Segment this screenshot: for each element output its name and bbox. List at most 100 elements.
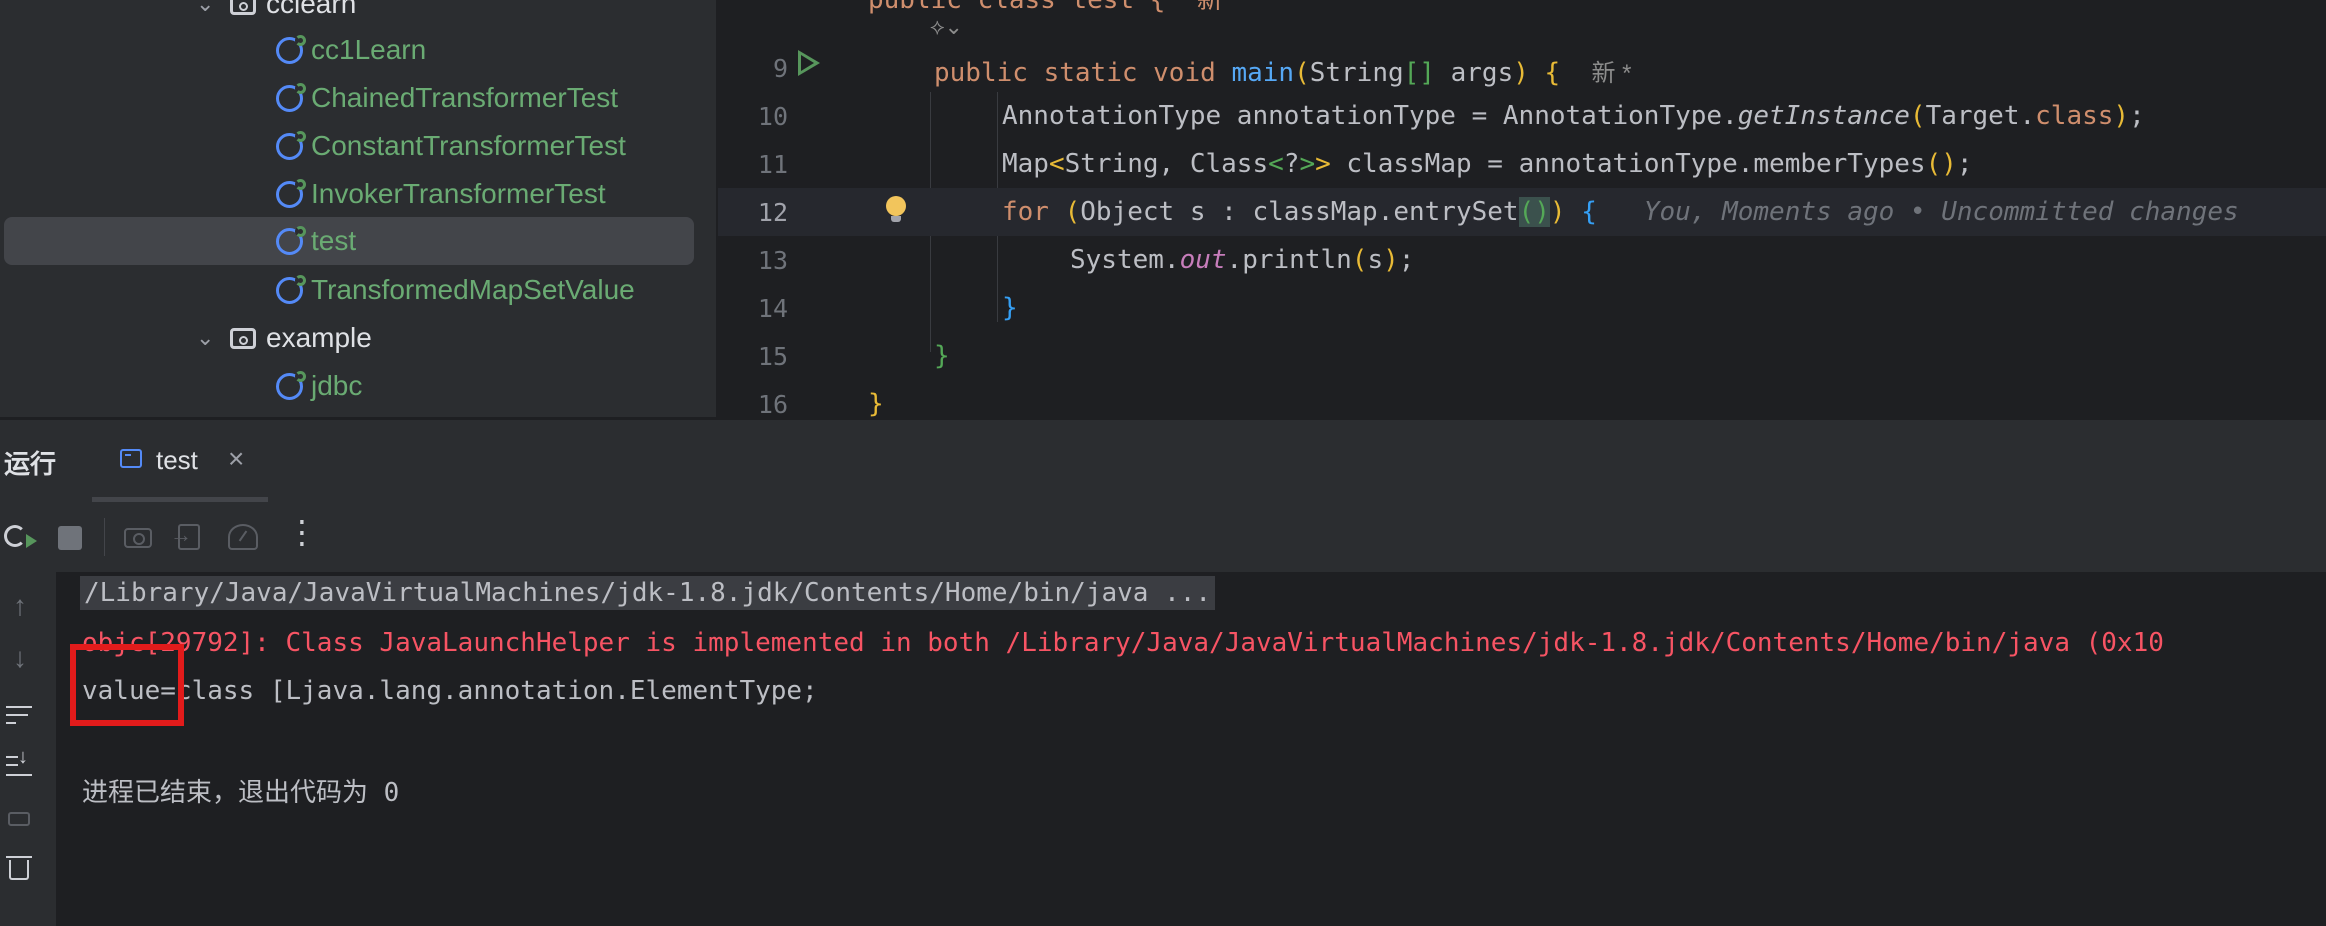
line-number: 14	[757, 294, 788, 323]
code-line-11: 11 Map<String, Class<?>> classMap = anno…	[718, 140, 2326, 188]
tree-item-invokertransformertest[interactable]: InvokerTransformerTest	[276, 170, 606, 218]
tree-item-label: ChainedTransformerTest	[311, 82, 619, 113]
toolbar-divider	[104, 518, 105, 556]
code-token: for	[1002, 197, 1049, 227]
code-token: System.	[1070, 245, 1180, 275]
line-number: 10	[757, 102, 788, 131]
code-token: Object s : classMap.entrySet	[1080, 197, 1519, 227]
code-token: {	[1544, 58, 1561, 88]
tree-item-label: ConstantTransformerTest	[311, 130, 626, 161]
code-token: ;	[2129, 101, 2145, 131]
code-token: Map	[1002, 149, 1049, 179]
code-token: (	[1294, 58, 1310, 88]
code-token: AnnotationType annotationType = Annotati…	[1002, 101, 1738, 131]
console-exit-line: 进程已结束，退出代码为 0	[82, 778, 400, 808]
code-line-16: 16 }	[718, 380, 2326, 417]
chevron-down-icon[interactable]: ⌄	[196, 0, 230, 17]
code-token: >	[1299, 149, 1316, 179]
code-token: main	[1231, 58, 1295, 88]
code-token: (	[1909, 101, 1926, 131]
code-line-12: 12 for (Object s : classMap.entrySet()) …	[718, 188, 2326, 236]
package-folder-icon	[230, 0, 256, 15]
tree-folder-cclearn[interactable]: ⌄ cclearn	[196, 0, 356, 28]
code-token: ()	[1925, 149, 1957, 179]
print-icon[interactable]	[6, 806, 32, 830]
tree-item-test[interactable]: test	[4, 217, 694, 265]
tree-item-jdbc[interactable]: jdbc	[276, 362, 362, 410]
code-text: public static void main(String[] args) {…	[934, 53, 1632, 88]
line-number: 13	[757, 246, 788, 275]
more-options-icon[interactable]: ⋮	[286, 516, 318, 548]
code-token: <	[1048, 149, 1065, 179]
run-toolbar: ⋮	[0, 502, 2326, 572]
code-text: AnnotationType annotationType = Annotati…	[1002, 101, 2145, 131]
test-class-icon	[276, 82, 306, 112]
profiler-icon[interactable]	[228, 524, 258, 550]
code-editor[interactable]: public class test { 新 ⟡⌄ 9 public static…	[718, 0, 2326, 417]
code-token: ()	[1518, 197, 1550, 227]
console-output[interactable]: /Library/Java/JavaVirtualMachines/jdk-1.…	[56, 572, 2326, 926]
tree-item-cc1learn[interactable]: cc1Learn	[276, 26, 426, 74]
code-token: classMap = annotationType.memberTypes	[1330, 149, 1926, 179]
package-folder-icon	[230, 327, 256, 349]
tree-folder-label: cclearn	[266, 0, 357, 19]
tree-folder-label: example	[266, 322, 372, 353]
soft-wrap-icon[interactable]	[6, 702, 32, 728]
scroll-to-end-icon[interactable]: ↓	[6, 746, 32, 780]
test-class-icon	[276, 225, 306, 255]
tree-folder-example[interactable]: ⌄ example	[196, 314, 372, 362]
code-token: getInstance	[1737, 101, 1910, 131]
close-icon[interactable]: ×	[228, 443, 244, 475]
run-tab-test[interactable]: test ×	[92, 420, 268, 502]
code-line-13: 13 System.out.println(s);	[718, 236, 2326, 284]
code-token: public	[934, 58, 1028, 88]
run-gutter-icon[interactable]	[798, 50, 820, 76]
code-line-9: 9 public static void main(String[] args)…	[718, 44, 2326, 92]
code-token: out	[1179, 245, 1227, 275]
inline-blame-hint[interactable]: You, Moments ago • Uncommitted changes	[1644, 197, 2239, 227]
arrow-up-icon[interactable]: ↑	[6, 590, 34, 622]
rerun-icon[interactable]	[4, 525, 37, 548]
line-number: 15	[757, 342, 788, 371]
tree-item-label: cc1Learn	[311, 34, 427, 65]
tree-item-label: test	[311, 225, 357, 256]
console-command-line[interactable]: /Library/Java/JavaVirtualMachines/jdk-1.…	[80, 576, 1216, 610]
run-panel-title: 运行	[4, 449, 57, 479]
code-vision-icon[interactable]: ⟡⌄	[930, 14, 963, 40]
tree-item-transformedmapsetvalue[interactable]: TransformedMapSetValue	[276, 266, 635, 314]
code-token: (	[1064, 197, 1081, 227]
code-token: {	[1581, 197, 1597, 227]
code-token: (	[1351, 245, 1368, 275]
test-class-icon	[276, 370, 306, 400]
code-text: Map<String, Class<?>> classMap = annotat…	[1002, 149, 1973, 179]
code-token: String, Class	[1064, 149, 1269, 179]
code-partial: public class test { 新	[868, 0, 1223, 15]
console-error-line: objc[29792]: Class JavaLaunchHelper is i…	[82, 628, 2164, 658]
intention-bulb-icon[interactable]	[886, 196, 906, 222]
trash-icon[interactable]	[6, 854, 32, 880]
line-number: 11	[757, 150, 788, 179]
arrow-down-icon[interactable]: ↓	[6, 642, 34, 674]
run-tab-label: test	[156, 445, 198, 475]
code-token: static	[1043, 58, 1138, 88]
stop-icon[interactable]	[58, 526, 82, 550]
tree-item-chainedtransformertest[interactable]: ChainedTransformerTest	[276, 74, 618, 122]
code-token: >	[1315, 149, 1331, 179]
code-token: )	[1513, 58, 1529, 88]
code-text: System.out.println(s);	[1070, 245, 1414, 275]
test-class-icon	[276, 34, 306, 64]
tree-item-constanttransformertest[interactable]: ConstantTransformerTest	[276, 122, 626, 170]
author-hint[interactable]: 新 *	[1592, 60, 1632, 87]
code-token: .println	[1226, 245, 1352, 275]
ide-window: ⌄ cclearn cc1Learn ChainedTransformerTes…	[0, 0, 2326, 926]
run-panel-header: 运行 test ×	[0, 419, 2326, 503]
camera-icon[interactable]	[124, 528, 152, 548]
code-token: )	[1383, 245, 1399, 275]
console-output-line: value=class [Ljava.lang.annotation.Eleme…	[82, 676, 818, 706]
import-icon[interactable]	[170, 522, 200, 550]
chevron-down-icon[interactable]: ⌄	[196, 325, 230, 351]
project-tree: ⌄ cclearn cc1Learn ChainedTransformerTes…	[0, 0, 716, 417]
code-token: class	[2035, 101, 2114, 131]
code-token: Target.	[1925, 101, 2036, 131]
code-token: s	[1367, 245, 1384, 275]
